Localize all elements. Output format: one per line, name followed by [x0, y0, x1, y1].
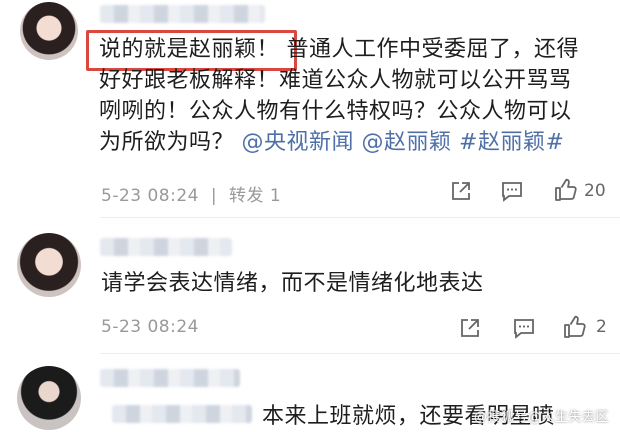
like-icon[interactable]: [562, 314, 588, 344]
username-blurred[interactable]: [100, 369, 240, 387]
comment-text: 请学会表达情绪，而不是情绪化地表达: [101, 271, 484, 296]
username-blurred[interactable]: [100, 5, 265, 23]
avatar[interactable]: [20, 2, 78, 60]
watermark: @搜狐号@人生失去区: [474, 410, 610, 425]
comment-meta: 5-23 08:24: [101, 317, 199, 337]
comment-item: 说的就是赵丽颖！ 普通人工作中受委屈了，还得 好好跟老板解释！难道公众人物就可以…: [0, 0, 620, 215]
divider: [100, 217, 620, 218]
comment-icon[interactable]: [512, 317, 536, 343]
like-count: 20: [584, 181, 606, 201]
repost-link[interactable]: 转发 1: [229, 186, 281, 206]
timestamp: 5-23 08:24: [101, 186, 199, 206]
avatar[interactable]: [17, 233, 81, 297]
avatar[interactable]: [17, 366, 81, 430]
username-blurred[interactable]: [100, 238, 232, 256]
highlighted-text: 说的就是赵丽颖！: [99, 37, 280, 62]
mention-link[interactable]: @央视新闻: [242, 130, 355, 155]
timestamp: 5-23 08:24: [101, 317, 199, 337]
separator: |: [210, 186, 218, 206]
share-icon[interactable]: [450, 180, 472, 206]
divider: [100, 353, 620, 354]
comment-item: 请学会表达情绪，而不是情绪化地表达 5-23 08:24 2: [0, 220, 620, 350]
like-icon[interactable]: [553, 177, 579, 207]
comment-icon[interactable]: [500, 180, 524, 206]
reply-target-blurred[interactable]: [112, 405, 252, 423]
comment-text: 说的就是赵丽颖！ 普通人工作中受委屈了，还得 好好跟老板解释！难道公众人物就可以…: [99, 37, 580, 155]
share-icon[interactable]: [459, 317, 481, 343]
comment-meta: 5-23 08:24 | 转发 1: [101, 181, 281, 206]
hashtag-link[interactable]: #赵丽颖#: [459, 130, 564, 155]
like-count: 2: [596, 317, 607, 337]
mention-link[interactable]: @赵丽颖: [362, 130, 452, 155]
